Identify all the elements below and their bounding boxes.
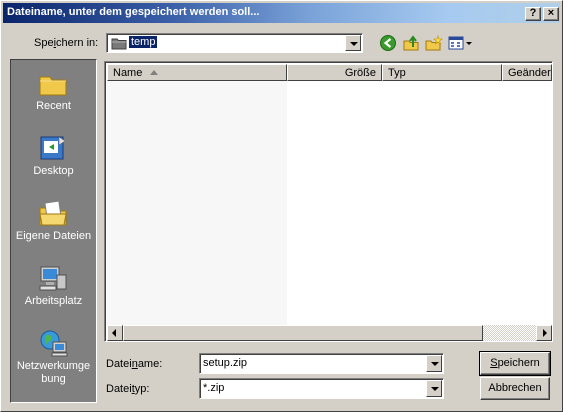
save-dialog: Dateiname, unter dem gespeichert werden … xyxy=(0,0,563,412)
title-bar[interactable]: Dateiname, unter dem gespeichert werden … xyxy=(3,3,560,23)
places-bar: Recent Desktop Eigene Dateien Arbeitspla… xyxy=(10,59,97,403)
recent-icon xyxy=(39,76,67,96)
save-in-label: Speichern in: xyxy=(34,37,99,49)
view-menu-button[interactable] xyxy=(448,34,474,52)
new-folder-icon[interactable] xyxy=(425,34,443,52)
back-icon[interactable] xyxy=(379,34,397,52)
up-folder-icon[interactable] xyxy=(402,34,420,52)
place-label: Recent xyxy=(36,100,71,112)
filetype-dropdown-arrow[interactable] xyxy=(426,380,442,397)
sort-ascending-icon xyxy=(150,70,158,75)
column-header-type[interactable]: Typ xyxy=(382,64,502,81)
scroll-right-button[interactable] xyxy=(536,325,552,341)
column-header-size[interactable]: Größe xyxy=(287,64,382,81)
place-my-documents[interactable]: Eigene Dateien xyxy=(11,192,96,256)
file-list[interactable]: Name Größe Typ Geändert xyxy=(104,61,553,342)
save-in-dropdown-arrow[interactable] xyxy=(345,35,361,51)
scroll-left-button[interactable] xyxy=(107,325,123,341)
cancel-button[interactable]: Abbrechen xyxy=(480,377,550,400)
place-label: Eigene Dateien xyxy=(15,230,92,242)
filetype-value: *.zip xyxy=(203,382,225,394)
save-in-value: temp xyxy=(127,35,159,49)
column-header-label: Typ xyxy=(388,67,406,79)
filename-field[interactable]: setup.zip xyxy=(199,353,444,374)
place-my-computer[interactable]: Arbeitsplatz xyxy=(11,257,96,321)
place-network[interactable]: Netzwerkumge bung xyxy=(11,322,96,386)
column-header-label: Name xyxy=(113,67,143,79)
place-label: Arbeitsplatz xyxy=(24,295,83,307)
folder-icon xyxy=(111,38,127,50)
help-button[interactable]: ? xyxy=(525,7,541,21)
column-header-name[interactable]: Name xyxy=(107,64,287,81)
window-title: Dateiname, unter dem gespeichert werden … xyxy=(7,6,260,18)
place-desktop[interactable]: Desktop xyxy=(11,127,96,191)
filetype-combo[interactable]: *.zip xyxy=(199,378,444,399)
filename-dropdown-arrow[interactable] xyxy=(426,355,442,372)
column-header-label: Geändert xyxy=(508,67,552,79)
network-icon xyxy=(40,330,68,357)
save-button[interactable]: Speichern xyxy=(479,351,551,376)
desktop-icon xyxy=(40,136,66,160)
horizontal-scrollbar[interactable] xyxy=(107,325,552,341)
place-label: Netzwerkumge bung xyxy=(16,360,91,385)
place-label: Desktop xyxy=(33,165,74,177)
scroll-thumb[interactable] xyxy=(123,325,483,341)
my-computer-icon xyxy=(39,266,67,291)
close-button[interactable]: × xyxy=(543,7,559,21)
place-recent[interactable]: Recent xyxy=(11,62,96,126)
column-header-modified[interactable]: Geändert xyxy=(502,64,552,81)
column-header-label: Größe xyxy=(344,67,376,79)
view-menu-icon xyxy=(448,36,472,50)
save-in-combo[interactable]: temp xyxy=(106,33,363,53)
my-documents-icon xyxy=(39,200,67,226)
filename-value: setup.zip xyxy=(203,357,248,369)
filetype-label: Dateityp: xyxy=(106,383,150,395)
filename-label: Dateiname: xyxy=(106,358,163,370)
name-column-background xyxy=(107,81,287,325)
